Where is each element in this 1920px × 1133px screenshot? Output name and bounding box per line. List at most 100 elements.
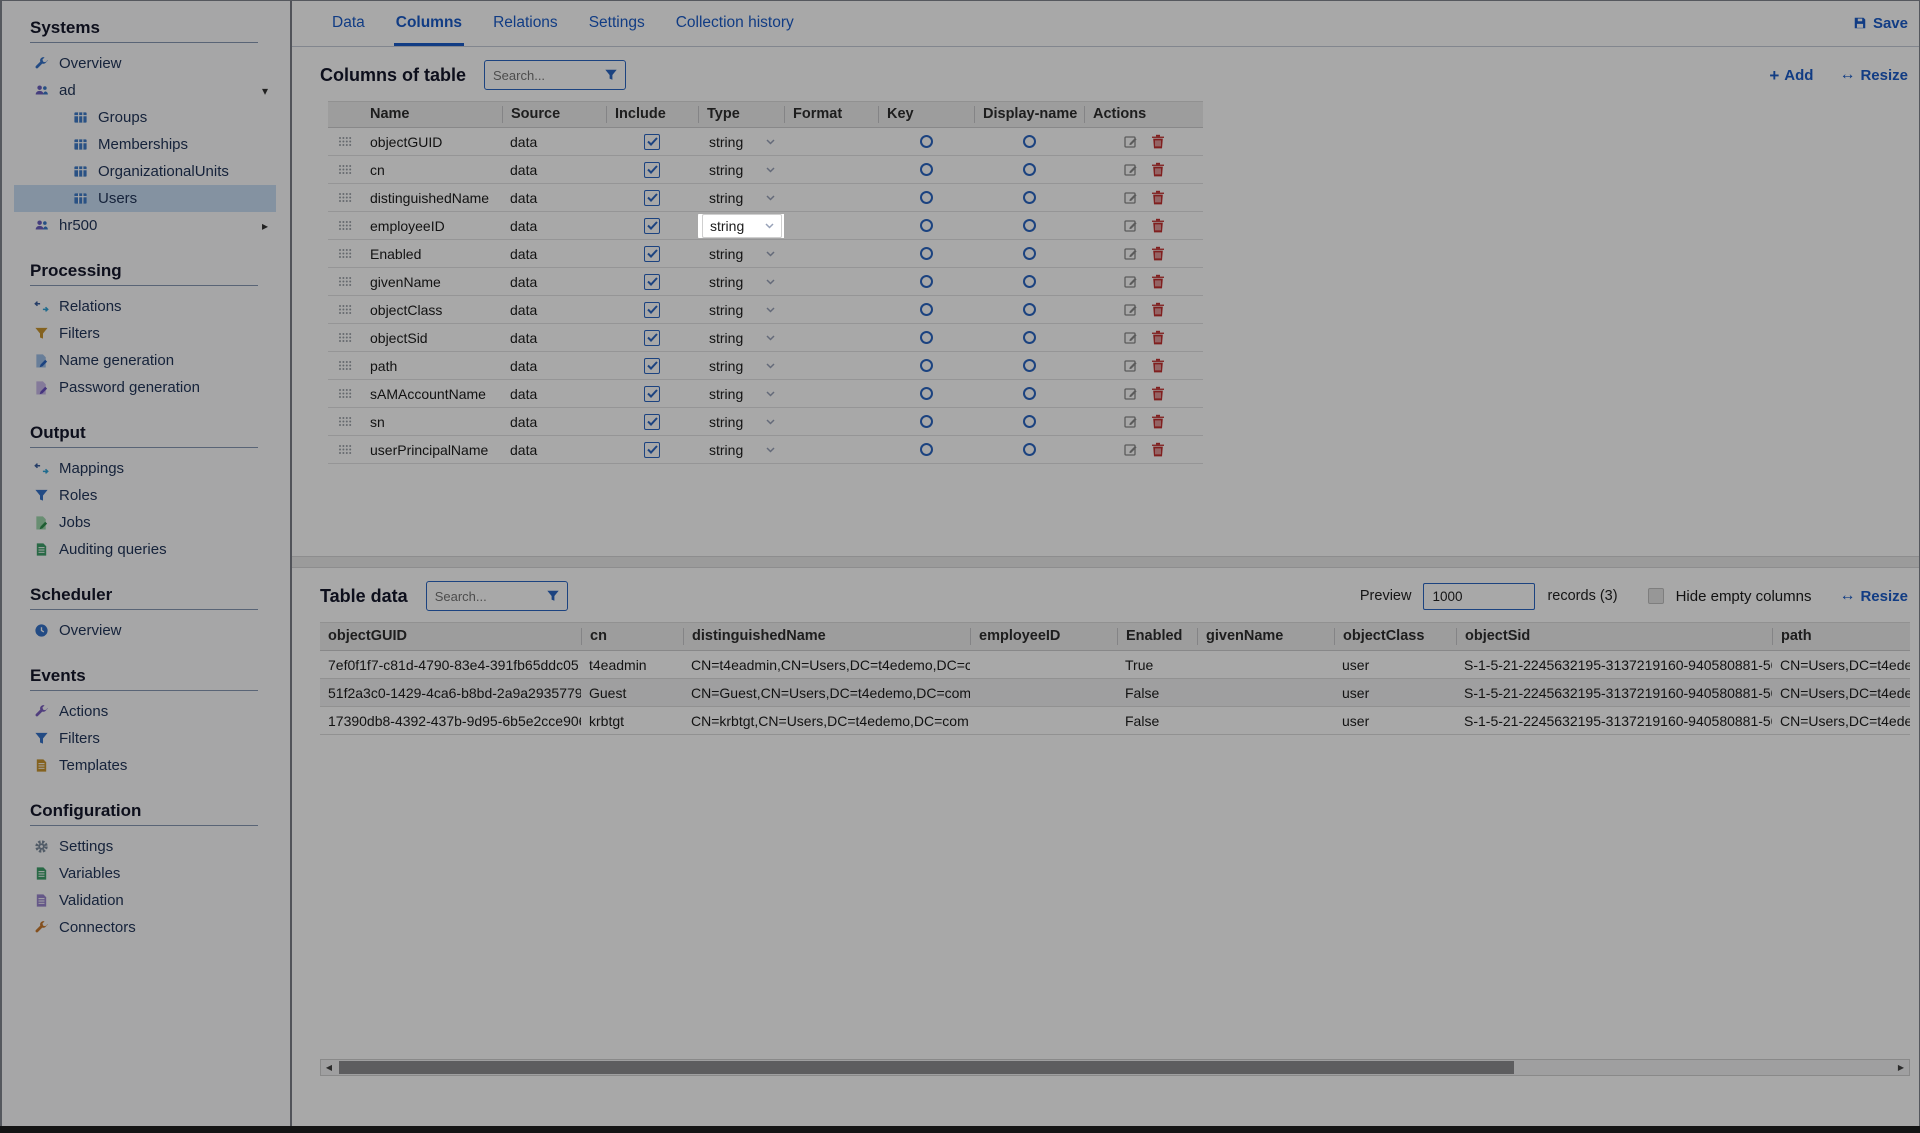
drag-handle[interactable] (328, 192, 362, 203)
display-name-radio[interactable] (1023, 163, 1036, 176)
sidebar-item-ad[interactable]: ad ▾ (14, 77, 276, 104)
edit-icon[interactable] (1123, 414, 1139, 430)
drag-handle[interactable] (328, 220, 362, 231)
edit-icon[interactable] (1123, 442, 1139, 458)
delete-icon[interactable] (1151, 358, 1165, 374)
tab-relations[interactable]: Relations (491, 0, 560, 46)
edit-icon[interactable] (1123, 302, 1139, 318)
scroll-right-arrow[interactable]: ▶ (1893, 1060, 1909, 1075)
delete-icon[interactable] (1151, 414, 1165, 430)
col-header-format[interactable]: Format (784, 106, 878, 123)
sidebar-item-settings[interactable]: Settings (14, 833, 276, 860)
include-checkbox[interactable] (644, 386, 660, 402)
sidebar-item-validation[interactable]: Validation (14, 887, 276, 914)
sidebar-item-password-generation[interactable]: Password generation (14, 374, 276, 401)
delete-icon[interactable] (1151, 386, 1165, 402)
sidebar-item-filters-processing[interactable]: Filters (14, 320, 276, 347)
dt-header-path[interactable]: path (1772, 628, 1910, 645)
key-radio[interactable] (920, 163, 933, 176)
include-checkbox[interactable] (644, 246, 660, 262)
key-radio[interactable] (920, 331, 933, 344)
drag-handle[interactable] (328, 332, 362, 343)
key-radio[interactable] (920, 219, 933, 232)
type-select[interactable]: string (702, 158, 782, 182)
col-header-source[interactable]: Source (502, 106, 606, 123)
key-radio[interactable] (920, 415, 933, 428)
chevron-right-icon[interactable]: ▸ (262, 219, 276, 233)
tab-collection-history[interactable]: Collection history (674, 0, 796, 46)
scrollbar-thumb[interactable] (339, 1061, 1514, 1074)
tab-columns[interactable]: Columns (394, 0, 464, 46)
key-radio[interactable] (920, 443, 933, 456)
col-header-include[interactable]: Include (606, 106, 698, 123)
include-checkbox[interactable] (644, 190, 660, 206)
sidebar-item-mappings[interactable]: Mappings (14, 455, 276, 482)
edit-icon[interactable] (1123, 386, 1139, 402)
sidebar-item-overview[interactable]: Overview (14, 50, 276, 77)
resize-data-button[interactable]: ↔ Resize (1839, 588, 1908, 605)
delete-icon[interactable] (1151, 274, 1165, 290)
sidebar-item-relations[interactable]: Relations (14, 293, 276, 320)
key-radio[interactable] (920, 247, 933, 260)
sidebar-item-filters-events[interactable]: Filters (14, 725, 276, 752)
edit-icon[interactable] (1123, 358, 1139, 374)
include-checkbox[interactable] (644, 218, 660, 234)
type-select[interactable]: string (702, 354, 782, 378)
key-radio[interactable] (920, 387, 933, 400)
sidebar-item-jobs[interactable]: Jobs (14, 509, 276, 536)
col-header-key[interactable]: Key (878, 106, 974, 123)
sidebar-item-scheduler-overview[interactable]: Overview (14, 617, 276, 644)
display-name-radio[interactable] (1023, 415, 1036, 428)
dt-header-givenname[interactable]: givenName (1197, 628, 1334, 645)
dt-header-objectclass[interactable]: objectClass (1334, 628, 1456, 645)
display-name-radio[interactable] (1023, 275, 1036, 288)
key-radio[interactable] (920, 359, 933, 372)
hide-empty-checkbox[interactable] (1648, 588, 1664, 604)
drag-handle[interactable] (328, 416, 362, 427)
delete-icon[interactable] (1151, 442, 1165, 458)
dt-header-cn[interactable]: cn (581, 628, 683, 645)
delete-icon[interactable] (1151, 246, 1165, 262)
add-column-button[interactable]: + Add (1769, 67, 1813, 84)
dt-header-distinguishedname[interactable]: distinguishedName (683, 628, 970, 645)
delete-icon[interactable] (1151, 330, 1165, 346)
type-select[interactable]: string (702, 270, 782, 294)
dt-header-enabled[interactable]: Enabled (1117, 628, 1197, 645)
drag-handle[interactable] (328, 164, 362, 175)
filter-funnel-icon[interactable] (604, 68, 618, 82)
preview-count-input[interactable] (1423, 583, 1535, 610)
display-name-radio[interactable] (1023, 191, 1036, 204)
sidebar-item-groups[interactable]: Groups (14, 104, 276, 131)
display-name-radio[interactable] (1023, 387, 1036, 400)
table-row[interactable]: 7ef0f1f7-c81d-4790-83e4-391fb65ddc05 t4e… (320, 651, 1910, 679)
drag-handle[interactable] (328, 276, 362, 287)
type-select[interactable]: string (702, 298, 782, 322)
include-checkbox[interactable] (644, 414, 660, 430)
drag-handle[interactable] (328, 360, 362, 371)
include-checkbox[interactable] (644, 302, 660, 318)
display-name-radio[interactable] (1023, 219, 1036, 232)
type-select[interactable]: string (702, 438, 782, 462)
table-row[interactable]: 17390db8-4392-437b-9d95-6b5e2cce9065 krb… (320, 707, 1910, 735)
sidebar-item-users[interactable]: Users (14, 185, 276, 212)
edit-icon[interactable] (1123, 246, 1139, 262)
edit-icon[interactable] (1123, 274, 1139, 290)
drag-handle[interactable] (328, 388, 362, 399)
display-name-radio[interactable] (1023, 247, 1036, 260)
include-checkbox[interactable] (644, 134, 660, 150)
display-name-radio[interactable] (1023, 331, 1036, 344)
display-name-radio[interactable] (1023, 303, 1036, 316)
type-select[interactable]: string (702, 214, 782, 238)
delete-icon[interactable] (1151, 302, 1165, 318)
filter-funnel-icon[interactable] (546, 589, 560, 603)
drag-handle[interactable] (328, 248, 362, 259)
delete-icon[interactable] (1151, 134, 1165, 150)
resize-columns-button[interactable]: ↔ Resize (1839, 67, 1908, 84)
save-button[interactable]: Save (1853, 0, 1908, 46)
edit-icon[interactable] (1123, 190, 1139, 206)
key-radio[interactable] (920, 191, 933, 204)
edit-icon[interactable] (1123, 162, 1139, 178)
edit-icon[interactable] (1123, 218, 1139, 234)
scroll-left-arrow[interactable]: ◀ (321, 1060, 337, 1075)
sidebar-item-auditing-queries[interactable]: Auditing queries (14, 536, 276, 563)
